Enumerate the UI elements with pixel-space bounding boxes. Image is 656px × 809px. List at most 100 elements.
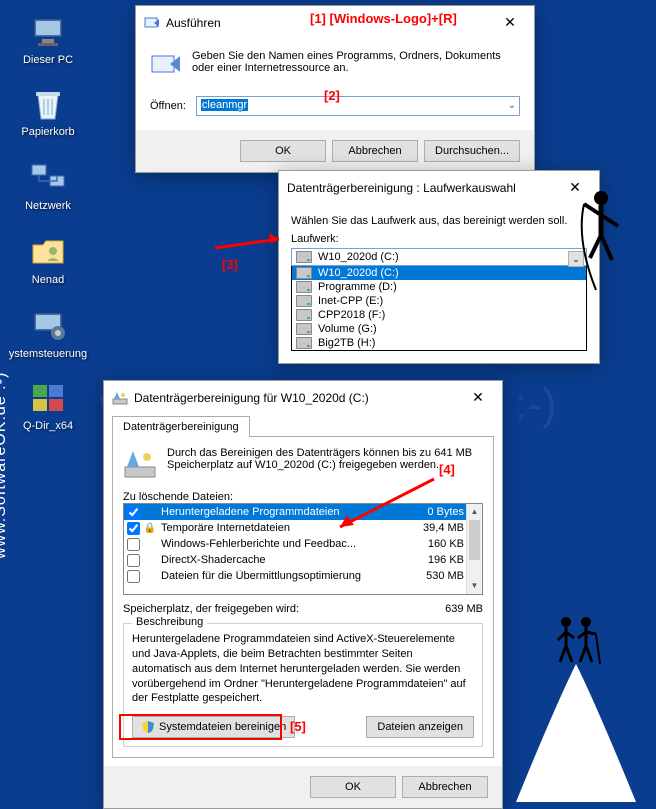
- desktop-icon-user[interactable]: Nenad: [18, 234, 78, 286]
- drive-option[interactable]: Programme (D:): [292, 280, 586, 294]
- tab-cleanup[interactable]: Datenträgerbereinigung: [112, 416, 250, 437]
- drive-option[interactable]: Volume (G:): [292, 322, 586, 336]
- control-panel-icon: [30, 308, 66, 344]
- run-title-icon: [144, 15, 160, 31]
- drive-option[interactable]: Inet-CPP (E:): [292, 294, 586, 308]
- drive-option-label: CPP2018 (F:): [318, 309, 385, 321]
- icon-label: Papierkorb: [18, 126, 78, 138]
- scroll-down-icon[interactable]: ▼: [467, 578, 482, 594]
- cancel-button[interactable]: Abbrechen: [332, 140, 418, 162]
- drive-option[interactable]: W10_2020d (C:): [292, 266, 586, 280]
- drive-icon: [296, 323, 312, 335]
- file-list-row[interactable]: 🔒Temporäre Internetdateien39,4 MB: [124, 520, 482, 536]
- file-size: 160 KB: [406, 538, 464, 550]
- scroll-thumb[interactable]: [469, 520, 480, 560]
- description-legend: Beschreibung: [132, 616, 207, 628]
- drive-icon: [296, 267, 312, 279]
- file-size: 39,4 MB: [406, 522, 464, 534]
- cleanup-info-text: Durch das Bereinigen des Datenträgers kö…: [167, 447, 483, 481]
- file-name: DirectX-Shadercache: [161, 554, 406, 566]
- run-dialog: Ausführen ✕ Geben Sie den Namen eines Pr…: [135, 5, 535, 173]
- description-text: Heruntergeladene Programmdateien sind Ac…: [132, 632, 474, 706]
- file-name: Temporäre Internetdateien: [161, 522, 406, 534]
- file-icon: [143, 537, 157, 551]
- file-list[interactable]: Heruntergeladene Programmdateien0 Bytes🔒…: [123, 503, 483, 595]
- drive-option-label: Inet-CPP (E:): [318, 295, 383, 307]
- file-icon: [143, 505, 157, 519]
- icon-label: Nenad: [18, 274, 78, 286]
- cleanup-title-text: Datenträgerbereinigung für W10_2020d (C:…: [134, 391, 462, 405]
- pc-icon: [30, 14, 66, 50]
- cleanup-info-icon: [123, 447, 157, 481]
- drive-icon: [296, 251, 312, 263]
- view-files-button[interactable]: Dateien anzeigen: [366, 716, 474, 738]
- file-checkbox[interactable]: [127, 506, 140, 519]
- file-list-row[interactable]: Dateien für die Übermittlungsoptimierung…: [124, 568, 482, 584]
- qdir-icon: [30, 380, 66, 416]
- file-list-row[interactable]: DirectX-Shadercache196 KB: [124, 552, 482, 568]
- file-size: 0 Bytes: [406, 506, 464, 518]
- file-size: 530 MB: [406, 570, 464, 582]
- browse-button[interactable]: Durchsuchen...: [424, 140, 520, 162]
- file-icon: [143, 569, 157, 583]
- desktop-icon-network[interactable]: Netzwerk: [18, 160, 78, 212]
- file-checkbox[interactable]: [127, 554, 140, 567]
- file-name: Dateien für die Übermittlungsoptimierung: [161, 570, 406, 582]
- desktop-icon-this-pc[interactable]: Dieser PC: [18, 14, 78, 66]
- climber-figure-icon: [566, 180, 636, 300]
- drive-combo[interactable]: W10_2020d (C:) ⌄: [291, 248, 587, 266]
- scrollbar[interactable]: ▲ ▼: [466, 504, 482, 594]
- file-list-row[interactable]: Heruntergeladene Programmdateien0 Bytes: [124, 504, 482, 520]
- file-size: 196 KB: [406, 554, 464, 566]
- file-icon: [143, 553, 157, 567]
- file-list-row[interactable]: Windows-Fehlerberichte und Feedbac...160…: [124, 536, 482, 552]
- file-checkbox[interactable]: [127, 522, 140, 535]
- file-name: Windows-Fehlerberichte und Feedbac...: [161, 538, 406, 550]
- icon-label: Q-Dir_x64: [18, 420, 78, 432]
- icon-label: Netzwerk: [18, 200, 78, 212]
- desktop-icon-control-panel[interactable]: ystemsteuerung: [6, 308, 90, 360]
- run-titlebar[interactable]: Ausführen ✕: [136, 6, 534, 40]
- file-name: Heruntergeladene Programmdateien: [161, 506, 406, 518]
- close-button[interactable]: ✕: [462, 387, 494, 409]
- drive-selected-text: W10_2020d (C:): [318, 251, 399, 263]
- scroll-up-icon[interactable]: ▲: [467, 504, 482, 520]
- desktop-icon-recycle-bin[interactable]: Papierkorb: [18, 86, 78, 138]
- drive-icon: [296, 337, 312, 349]
- chevron-down-icon[interactable]: ⌄: [508, 100, 516, 111]
- drive-option[interactable]: CPP2018 (F:): [292, 308, 586, 322]
- drive-dropdown-list[interactable]: W10_2020d (C:) Programme (D:) Inet-CPP (E:…: [291, 266, 587, 351]
- drive-message: Wählen Sie das Laufwerk aus, das bereini…: [291, 215, 587, 227]
- icon-label: Dieser PC: [18, 54, 78, 66]
- cleanup-dialog: Datenträgerbereinigung für W10_2020d (C:…: [103, 380, 503, 809]
- drive-label: Laufwerk:: [291, 233, 587, 245]
- run-title-text: Ausführen: [166, 16, 494, 30]
- user-folder-icon: [30, 234, 66, 270]
- drive-titlebar[interactable]: Datenträgerbereinigung : Laufwerkauswahl…: [279, 171, 599, 205]
- mountain-figure-icon: [506, 604, 646, 804]
- drive-icon: [296, 309, 312, 321]
- annotation-box-5: [119, 714, 282, 740]
- watermark-text: www.SoftwareOK.de :-): [0, 372, 10, 559]
- drive-option-label: Programme (D:): [318, 281, 397, 293]
- run-message: Geben Sie den Namen eines Programms, Ord…: [192, 50, 520, 82]
- drive-title-text: Datenträgerbereinigung : Laufwerkauswahl: [287, 181, 559, 195]
- drive-option-label: W10_2020d (C:): [318, 267, 399, 279]
- drive-option-label: Big2TB (H:): [318, 337, 375, 349]
- drive-option[interactable]: Big2TB (H:): [292, 336, 586, 350]
- annotation-3: [3]: [222, 257, 238, 272]
- drive-select-dialog: Datenträgerbereinigung : Laufwerkauswahl…: [278, 170, 600, 364]
- command-combo[interactable]: cleanmgr ⌄: [196, 96, 520, 116]
- close-button[interactable]: ✕: [494, 12, 526, 34]
- delete-files-label: Zu löschende Dateien:: [123, 491, 483, 503]
- cleanup-title-icon: [112, 390, 128, 406]
- ok-button[interactable]: OK: [310, 776, 396, 798]
- desktop-icon-qdir[interactable]: Q-Dir_x64: [18, 380, 78, 432]
- drive-icon: [296, 295, 312, 307]
- cleanup-titlebar[interactable]: Datenträgerbereinigung für W10_2020d (C:…: [104, 381, 502, 415]
- cancel-button[interactable]: Abbrechen: [402, 776, 488, 798]
- file-checkbox[interactable]: [127, 538, 140, 551]
- run-body-icon: [150, 50, 182, 82]
- ok-button[interactable]: OK: [240, 140, 326, 162]
- file-checkbox[interactable]: [127, 570, 140, 583]
